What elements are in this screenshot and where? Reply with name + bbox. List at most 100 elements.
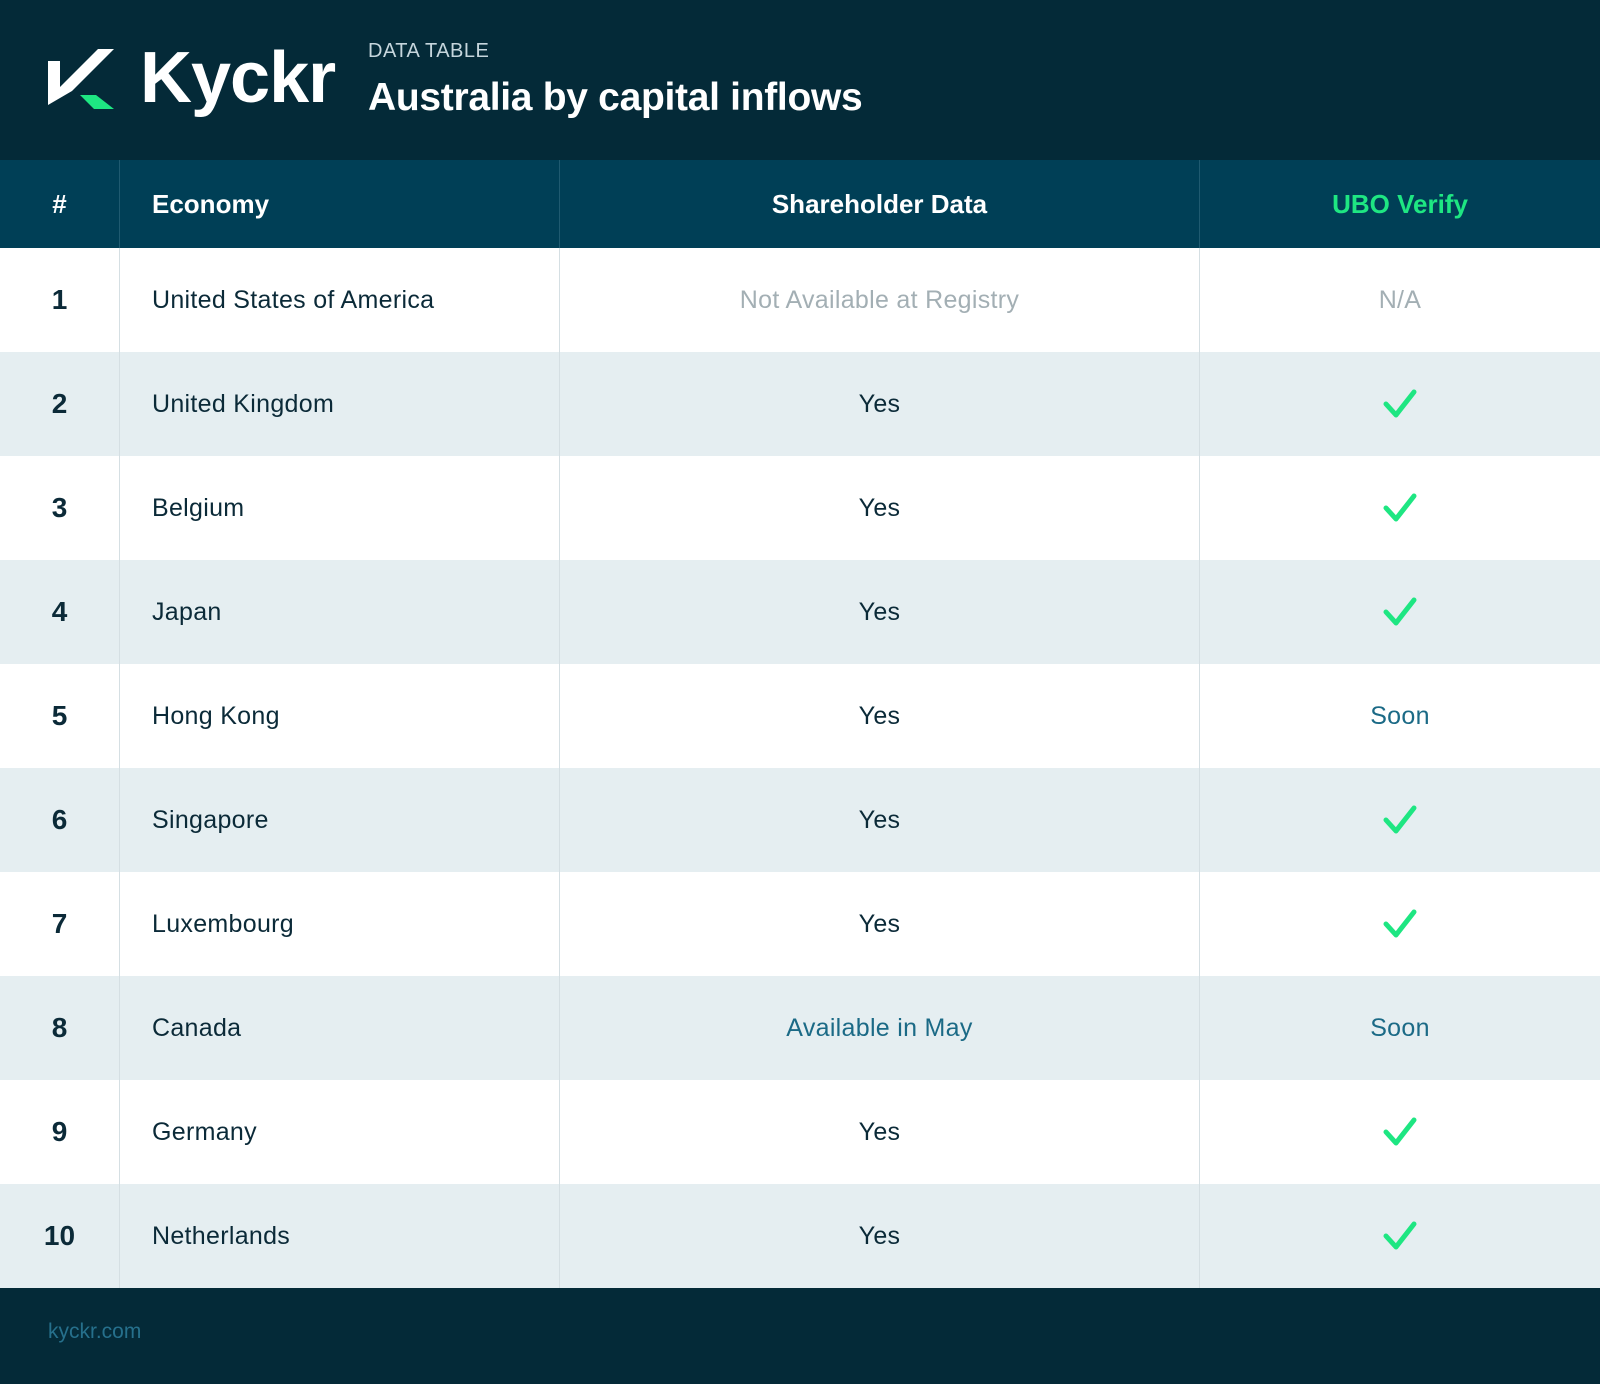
economy-name: Singapore [152, 805, 269, 834]
check-icon [1383, 597, 1417, 626]
check-icon [1383, 805, 1417, 834]
rank-cell: 9 [0, 1080, 120, 1184]
economy-cell: Belgium [120, 456, 560, 560]
shareholder-cell: Yes [560, 352, 1200, 456]
rank-cell: 8 [0, 976, 120, 1080]
ubo-status: Soon [1370, 1013, 1430, 1042]
ubo-cell [1200, 560, 1600, 664]
table-row: 4 Japan Yes [0, 560, 1600, 664]
economy-cell: Singapore [120, 768, 560, 872]
column-header-shareholder-data: Shareholder Data [560, 160, 1200, 248]
table-row: 3 Belgium Yes [0, 456, 1600, 560]
rank-number: 8 [51, 1012, 68, 1043]
economy-name: United States of America [152, 285, 435, 314]
table-row: 1 United States of America Not Available a… [0, 248, 1600, 352]
ubo-status: N/A [1378, 285, 1422, 314]
rank-cell: 2 [0, 352, 120, 456]
shareholder-status: Yes [858, 1221, 901, 1250]
shareholder-cell: Yes [560, 1080, 1200, 1184]
table-header-row: # Economy Shareholder Data UBO Verify [0, 160, 1600, 248]
check-icon [1383, 493, 1417, 522]
table-row: 5 Hong Kong Yes Soon [0, 664, 1600, 768]
rank-number: 6 [51, 804, 68, 835]
data-table: # Economy Shareholder Data UBO Verify 1 U… [0, 160, 1600, 1288]
economy-cell: Japan [120, 560, 560, 664]
column-header-ubo-verify: UBO Verify [1332, 188, 1468, 219]
ubo-cell: Soon [1200, 976, 1600, 1080]
footer: kyckr.com [0, 1288, 1600, 1384]
rank-number: 4 [51, 596, 68, 627]
ubo-cell [1200, 1080, 1600, 1184]
table-row: 6 Singapore Yes [0, 768, 1600, 872]
economy-name: Germany [152, 1117, 257, 1146]
economy-name: Hong Kong [152, 701, 280, 730]
shareholder-cell: Not Available at Registry [560, 248, 1200, 352]
shareholder-status: Yes [858, 805, 901, 834]
page-title: Australia by capital inflows [368, 76, 863, 119]
rank-number: 9 [51, 1116, 68, 1147]
table-body: 1 United States of America Not Available a… [0, 248, 1600, 1288]
shareholder-status: Yes [858, 389, 901, 418]
rank-number: 2 [51, 388, 68, 419]
rank-cell: 10 [0, 1184, 120, 1288]
shareholder-status: Yes [858, 701, 901, 730]
economy-cell: Netherlands [120, 1184, 560, 1288]
rank-number: 3 [51, 492, 68, 523]
rank-cell: 4 [0, 560, 120, 664]
economy-name: Belgium [152, 493, 245, 522]
rank-number: 10 [43, 1220, 76, 1251]
rank-cell: 6 [0, 768, 120, 872]
economy-cell: United Kingdom [120, 352, 560, 456]
ubo-cell [1200, 456, 1600, 560]
shareholder-cell: Yes [560, 456, 1200, 560]
check-icon [1383, 1221, 1417, 1250]
shareholder-status: Yes [858, 493, 901, 522]
economy-cell: Hong Kong [120, 664, 560, 768]
economy-name: United Kingdom [152, 389, 335, 418]
shareholder-cell: Yes [560, 664, 1200, 768]
header: Kyckr DATA TABLE Australia by capital in… [0, 0, 1600, 160]
column-header-rank: # [0, 160, 120, 248]
economy-name: Luxembourg [152, 909, 294, 938]
check-icon [1383, 909, 1417, 938]
ubo-cell: Soon [1200, 664, 1600, 768]
shareholder-status: Not Available at Registry [739, 285, 1020, 314]
kyckr-logo-icon [48, 49, 114, 109]
economy-name: Netherlands [152, 1221, 291, 1250]
ubo-cell [1200, 1184, 1600, 1288]
ubo-status: Soon [1370, 701, 1430, 730]
eyebrow-label: DATA TABLE [368, 40, 490, 62]
shareholder-status: Yes [858, 1117, 901, 1146]
shareholder-cell: Yes [560, 872, 1200, 976]
table-row: 10 Netherlands Yes [0, 1184, 1600, 1288]
economy-cell: Germany [120, 1080, 560, 1184]
shareholder-status: Yes [858, 909, 901, 938]
rank-cell: 5 [0, 664, 120, 768]
rank-number: 1 [51, 284, 68, 315]
economy-cell: United States of America [120, 248, 560, 352]
brand-logo: Kyckr [48, 38, 336, 118]
table-row: 2 United Kingdom Yes [0, 352, 1600, 456]
shareholder-cell: Yes [560, 1184, 1200, 1288]
footer-website: kyckr.com [48, 1320, 142, 1343]
rank-number: 7 [51, 908, 68, 939]
shareholder-status: Available in May [786, 1013, 973, 1042]
check-icon [1383, 1117, 1417, 1146]
shareholder-cell: Yes [560, 560, 1200, 664]
economy-cell: Luxembourg [120, 872, 560, 976]
economy-name: Canada [152, 1013, 242, 1042]
rank-cell: 3 [0, 456, 120, 560]
table-row: 8 Canada Available in May Soon [0, 976, 1600, 1080]
table-row: 9 Germany Yes [0, 1080, 1600, 1184]
ubo-cell: N/A [1200, 248, 1600, 352]
column-header-economy: Economy [120, 160, 560, 248]
ubo-cell [1200, 768, 1600, 872]
table-row: 7 Luxembourg Yes [0, 872, 1600, 976]
brand-name: Kyckr [140, 38, 336, 118]
shareholder-cell: Available in May [560, 976, 1200, 1080]
page: Kyckr DATA TABLE Australia by capital in… [0, 0, 1600, 1384]
check-icon [1383, 389, 1417, 418]
rank-cell: 7 [0, 872, 120, 976]
shareholder-status: Yes [858, 597, 901, 626]
economy-cell: Canada [120, 976, 560, 1080]
